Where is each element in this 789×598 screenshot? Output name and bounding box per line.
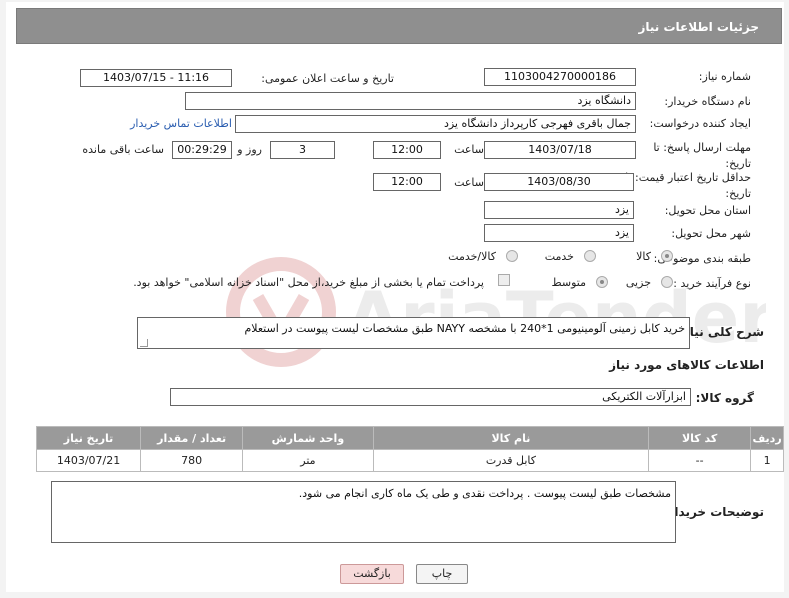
category-option-goods: کالا [636,250,651,263]
goods-info-title: اطلاعات کالاهای مورد نیاز [609,358,764,372]
need-number-label: شماره نیاز: [698,70,751,83]
process-radio-medium[interactable] [596,276,608,288]
resize-grip[interactable] [140,339,148,347]
summary-label: شرح کلی نیاز: [678,325,764,339]
table-row: 1 -- کابل قدرت متر 780 1403/07/21 [35,449,784,472]
col-unit: واحد شمارش [242,426,374,450]
header-bar: جزئیات اطلاعات نیاز [16,8,782,44]
contact-info-link[interactable]: اطلاعات تماس خریدار [130,117,232,130]
buyer-org-label: نام دستگاه خریدار: [664,95,751,108]
col-need-date: تاریخ نیاز [35,426,142,450]
buyer-notes-label: توضیحات خریدار: [662,505,764,519]
creator-label: ایجاد کننده درخواست: [649,117,751,130]
cell-unit: متر [242,449,374,472]
days-label: روز و [237,143,262,156]
summary-field: خرید کابل زمینی آلومینیومی 1*240 با مشخص… [137,317,690,349]
city-label: شهر محل تحویل: [671,227,751,240]
need-number-field: 1103004270000186 [484,68,636,86]
days-field: 3 [270,141,335,159]
back-button[interactable]: بازگشت [340,564,404,584]
city-field: یزد [484,224,634,242]
category-option-service: خدمت [544,250,574,263]
validity-date-field: 1403/08/30 [484,173,634,191]
goods-group-label: گروه کالا: [695,391,754,405]
deadline-time-field: 12:00 [373,141,441,159]
validity-time-field: 12:00 [373,173,441,191]
process-label: نوع فرآیند خرید : [673,277,751,290]
goods-group-field: ابزارآلات الکتریکی [170,388,691,406]
col-item-name: نام کالا [372,426,650,450]
col-quantity: تعداد / مقدار [140,426,244,450]
buyer-org-field: دانشگاه یزد [185,92,636,110]
summary-text: خرید کابل زمینی آلومینیومی 1*240 با مشخص… [244,322,685,335]
remaining-time-field: 00:29:29 [172,141,232,159]
deadline-date-field: 1403/07/18 [484,141,636,159]
process-option-medium: متوسط [551,276,586,289]
process-radio-minor[interactable] [661,276,673,288]
province-field: یزد [484,201,634,219]
deadline-time-label: ساعت [454,143,484,156]
deadline-label: مهلت ارسال پاسخ: تا تاریخ: [653,141,751,170]
remaining-label: ساعت باقی مانده [82,143,164,156]
col-row-number: ردیف [750,426,784,450]
category-radio-service[interactable] [584,250,596,262]
category-option-goods-service: کالا/خدمت [448,250,496,263]
treasury-payment-note: پرداخت تمام یا بخشی از مبلغ خرید،از محل … [133,276,484,289]
announce-field: 1403/07/15 - 11:16 [80,69,232,87]
cell-item-name: کابل قدرت [372,449,650,472]
table-header-row: ردیف کد کالا نام کالا واحد شمارش تعداد /… [35,426,784,450]
announce-label: تاریخ و ساعت اعلان عمومی: [261,72,394,85]
page-title: جزئیات اطلاعات نیاز [638,20,759,34]
category-radio-goods-service[interactable] [506,250,518,262]
print-button[interactable]: چاپ [416,564,468,584]
cell-row-number: 1 [750,449,784,472]
province-label: استان محل تحویل: [664,204,751,217]
cell-need-date: 1403/07/21 [35,449,142,472]
cell-quantity: 780 [140,449,244,472]
creator-field: جمال باقری فهرجی کارپرداز دانشگاه یزد [235,115,636,133]
process-option-minor: جزیی [625,276,651,289]
details-panel: جزئیات اطلاعات نیاز AriaTender.net شماره… [6,2,784,592]
category-radio-goods[interactable] [661,250,673,262]
col-item-code: کد کالا [648,426,752,450]
treasury-payment-checkbox[interactable] [498,274,510,286]
buyer-notes-field: مشخصات طبق لیست پیوست . پرداخت نقدی و طی… [51,481,676,543]
cell-item-code: -- [648,449,752,472]
validity-time-label: ساعت [454,176,484,189]
goods-table: ردیف کد کالا نام کالا واحد شمارش تعداد /… [35,426,784,472]
